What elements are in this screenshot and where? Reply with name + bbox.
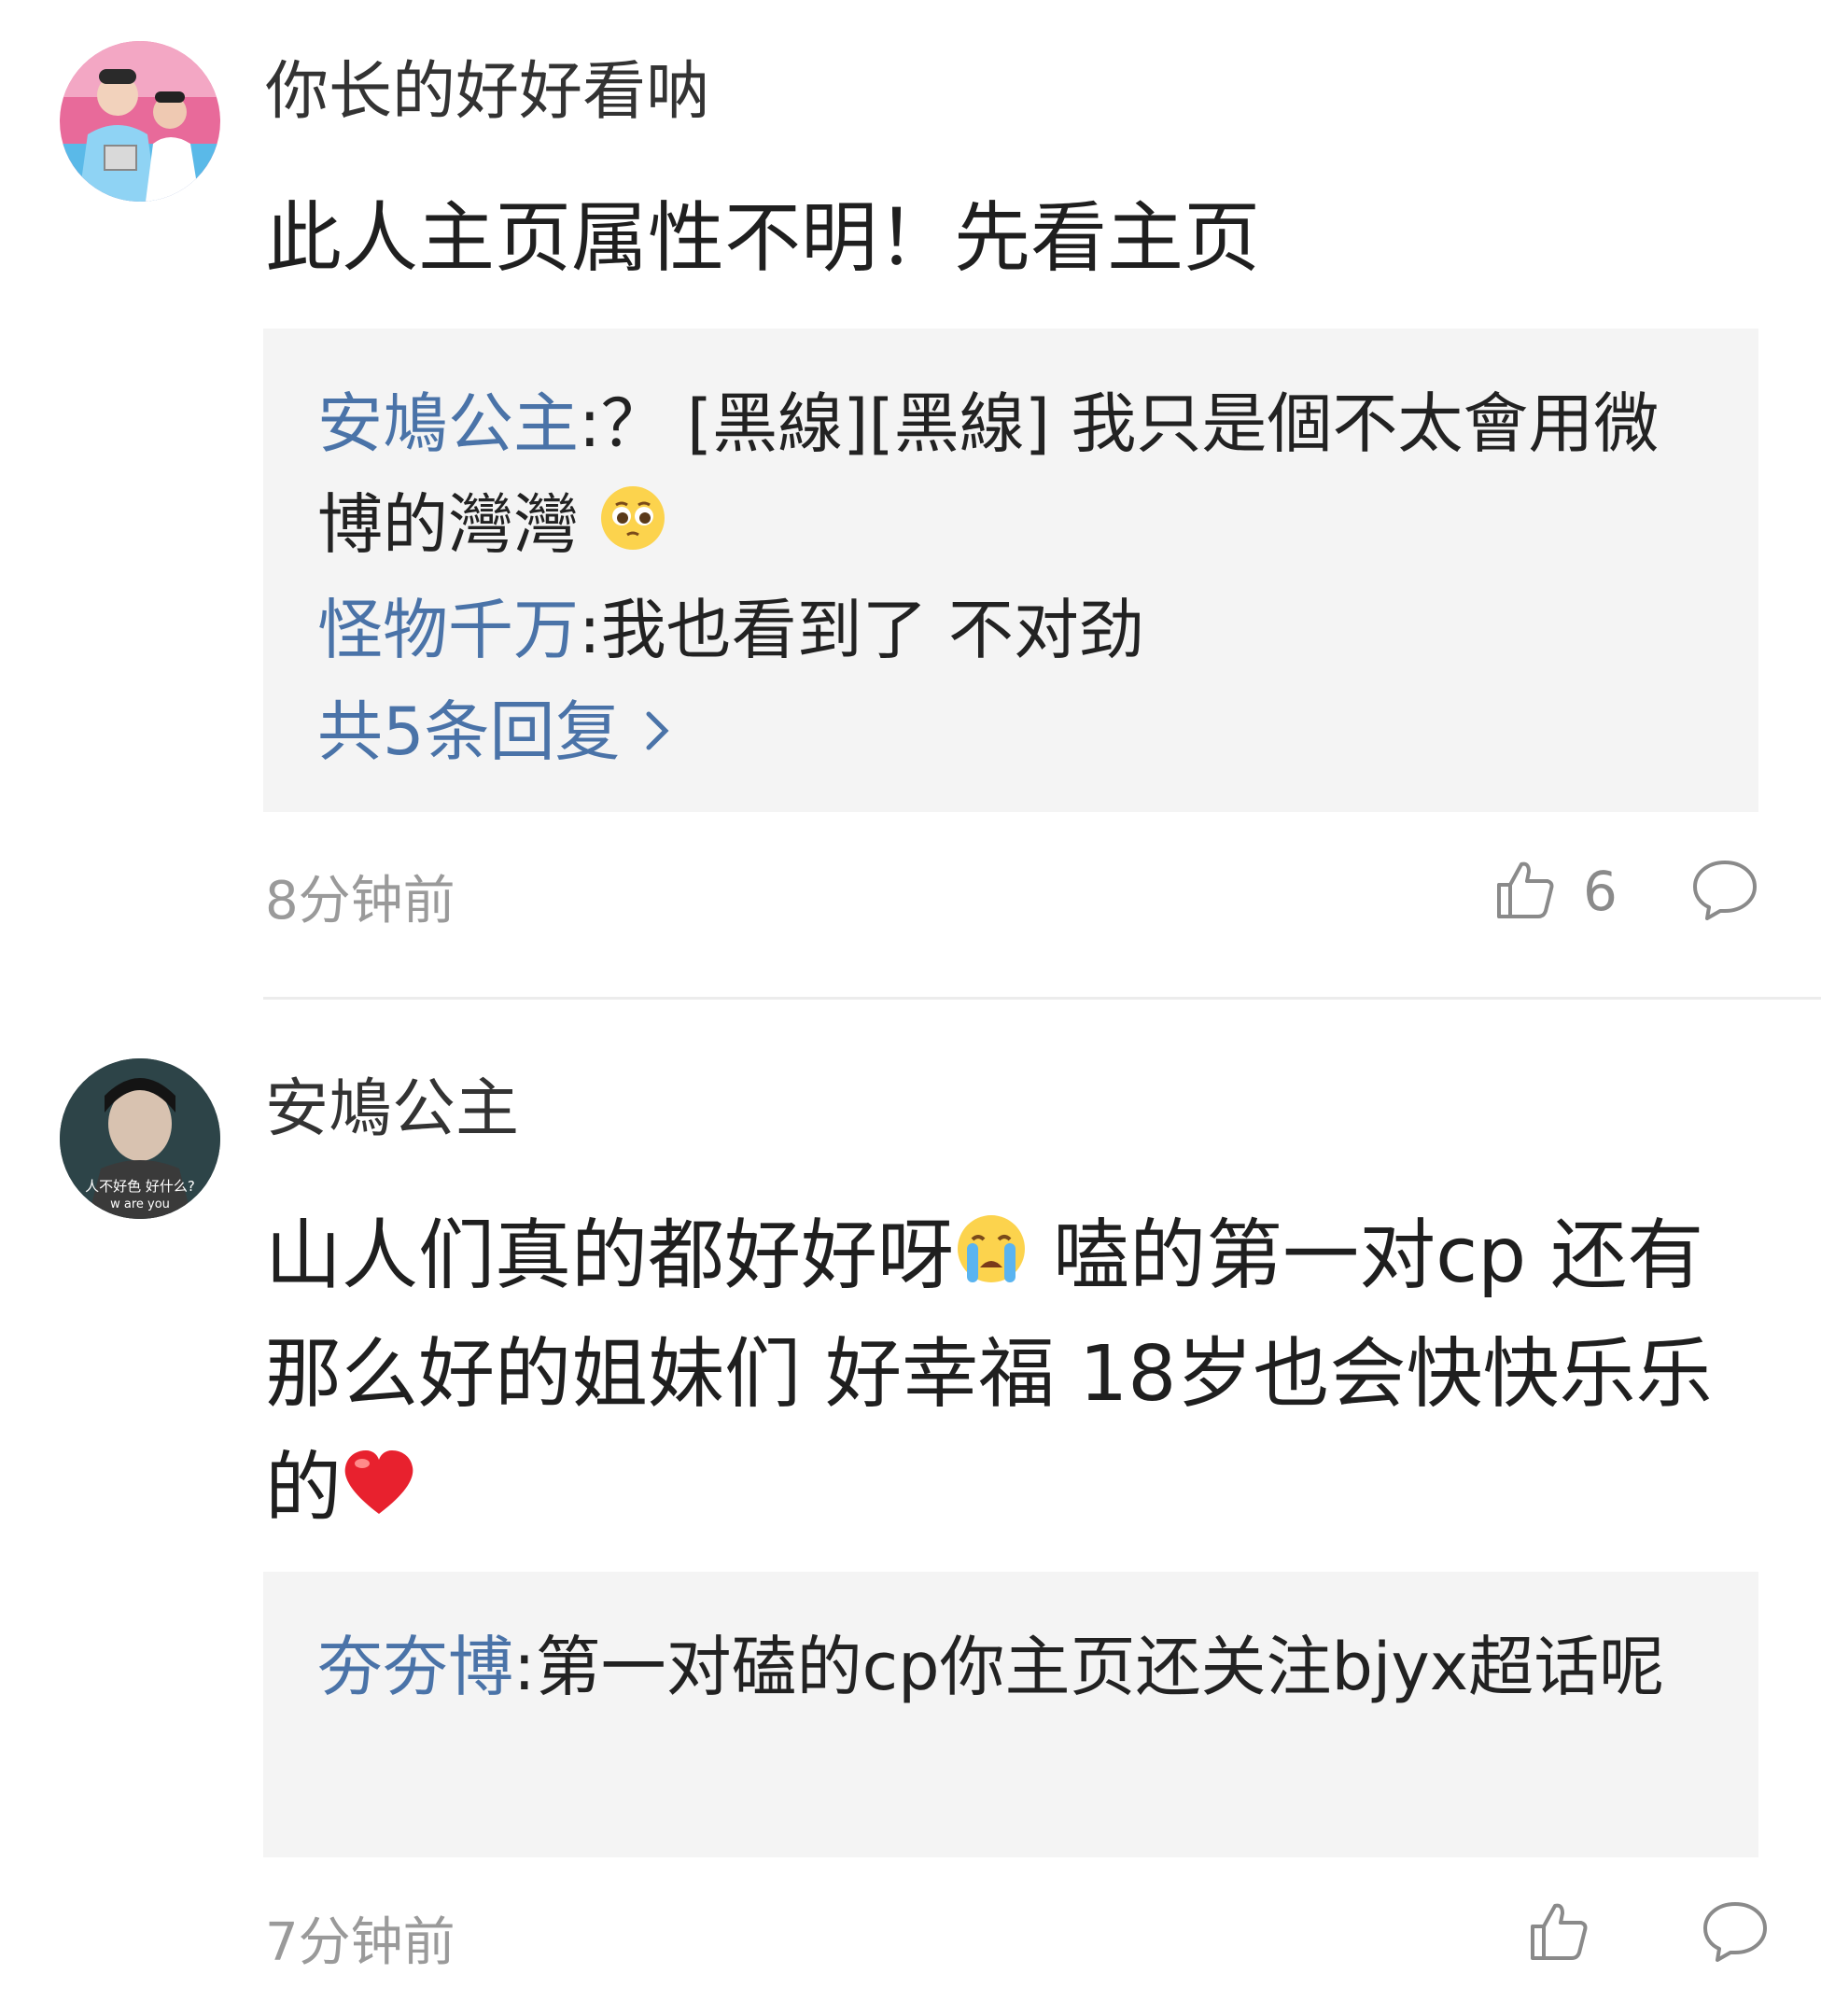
reply-text: :第一对磕的cp你主页还关注bjyx超话呢 [513, 1629, 1665, 1705]
avatar[interactable]: 人不好色 好什么? w are you [60, 1058, 220, 1219]
reply-button[interactable] [1690, 857, 1759, 926]
avatar[interactable] [60, 41, 220, 202]
comment-actions: 6 [1493, 857, 1759, 926]
chevron-right-icon [641, 685, 675, 788]
reply-item: 安鳩公主:？ [黑線][黑線] 我只是個不太會用微博的灣灣 [317, 373, 1708, 580]
comment-text: 山人们真的都好好呀 嗑的第一对cp 还有那么好的姐妹们 好幸福 18岁也会快快乐… [265, 1199, 1721, 1549]
comment-divider [263, 997, 1821, 1000]
reply-box[interactable]: 安鳩公主:？ [黑線][黑線] 我只是個不太會用微博的灣灣 怪物千万:我也看到了… [263, 329, 1758, 812]
like-button[interactable]: 6 [1493, 857, 1618, 926]
avatar-drama-still-image: 人不好色 好什么? w are you [60, 1058, 220, 1219]
comment-text-part: 山人们真的都好好呀 [265, 1211, 955, 1300]
avatar-subcaption: w are you [110, 1197, 170, 1211]
thumbs-up-icon [1493, 857, 1559, 926]
avatar-two-boys-image [60, 41, 220, 202]
reply-text: :我也看到了 不对劲 [579, 591, 1144, 668]
red-heart-emoji [342, 1435, 416, 1549]
like-count: 6 [1583, 860, 1618, 923]
reply-box[interactable]: 夯夯博:第一对磕的cp你主页还关注bjyx超话呢 [263, 1572, 1758, 1857]
loudly-crying-emoji [954, 1204, 1029, 1318]
comment-actions [1527, 1898, 1770, 1967]
comment-timestamp: 8分钟前 [265, 871, 455, 931]
more-replies-label: 共5条回复 [317, 693, 621, 770]
reply-author[interactable]: 怪物千万 [317, 592, 579, 668]
comment-bubble-icon [1701, 1898, 1770, 1967]
reply-item: 怪物千万:我也看到了 不对劲 [317, 580, 1708, 680]
avatar-caption: 人不好色 好什么? [85, 1178, 195, 1195]
view-more-replies-link[interactable]: 共5条回复 [317, 680, 1704, 788]
comment-timestamp: 7分钟前 [265, 1912, 455, 1973]
pleading-face-emoji [599, 479, 666, 580]
like-button[interactable] [1527, 1898, 1617, 1967]
reply-author[interactable]: 安鳩公主 [317, 385, 579, 462]
comment-username[interactable]: 你长的好好看呐 [265, 54, 709, 131]
comment-text: 此人主页属性不明！先看主页 [265, 194, 1261, 283]
comment-username[interactable]: 安鳩公主 [265, 1071, 519, 1148]
reply-button[interactable] [1701, 1898, 1770, 1967]
reply-author[interactable]: 夯夯博 [317, 1629, 513, 1705]
comment-bubble-icon [1690, 857, 1759, 926]
thumbs-up-icon [1527, 1898, 1592, 1967]
reply-item: 夯夯博:第一对磕的cp你主页还关注bjyx超话呢 [317, 1617, 1708, 1717]
